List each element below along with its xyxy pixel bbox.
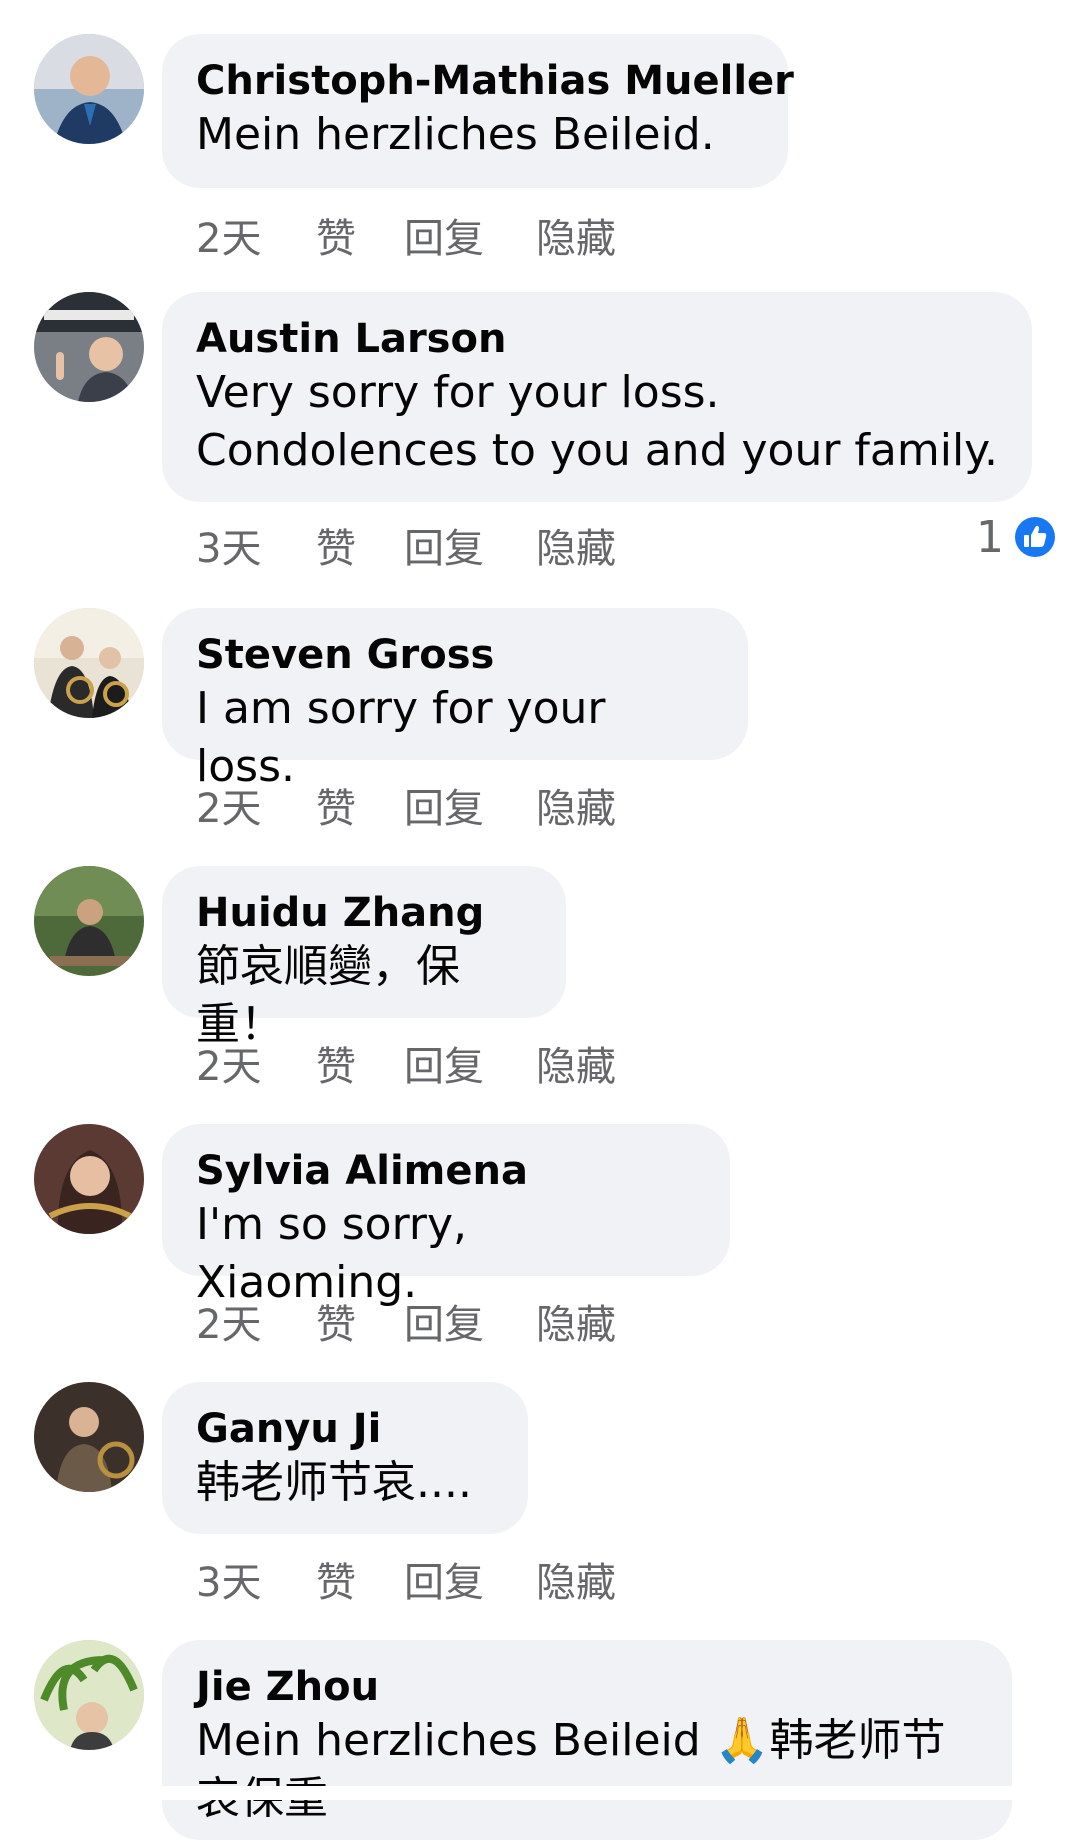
screen-bottom-edge (0, 1786, 1080, 1800)
avatar[interactable] (34, 608, 144, 718)
comment-timestamp[interactable]: 2天 (196, 1292, 261, 1350)
hide-button[interactable]: 隐藏 (536, 1292, 616, 1350)
like-button[interactable]: 赞 (316, 1550, 356, 1608)
avatar[interactable] (34, 1124, 144, 1234)
comment-timestamp[interactable]: 3天 (196, 1550, 261, 1608)
comment-bubble: Steven Gross I am sorry for your loss. (162, 608, 748, 792)
hide-button[interactable]: 隐藏 (536, 1034, 616, 1092)
comment-timestamp[interactable]: 2天 (196, 206, 261, 264)
reply-button[interactable]: 回复 (404, 776, 484, 834)
comment-timestamp[interactable]: 2天 (196, 776, 261, 834)
reaction-summary[interactable]: 1 (976, 511, 1058, 563)
like-button[interactable]: 赞 (316, 516, 356, 574)
comment-text: Very sorry for your loss. Condolences to… (196, 367, 998, 476)
comment-author[interactable]: Sylvia Alimena (196, 1146, 696, 1196)
like-button[interactable]: 赞 (316, 776, 356, 834)
reply-button[interactable]: 回复 (404, 516, 484, 574)
reply-button[interactable]: 回复 (404, 206, 484, 264)
hide-button[interactable]: 隐藏 (536, 516, 616, 574)
reply-button[interactable]: 回复 (404, 1550, 484, 1608)
hide-button[interactable]: 隐藏 (536, 206, 616, 264)
avatar[interactable] (34, 34, 144, 144)
comment-author[interactable]: Jie Zhou (196, 1662, 978, 1712)
comment-author[interactable]: Huidu Zhang (196, 888, 532, 938)
comment-author[interactable]: Ganyu Ji (196, 1404, 494, 1454)
comment-bubble: Huidu Zhang 節哀順變，保重！ (162, 866, 566, 1050)
avatar[interactable] (34, 1382, 144, 1492)
reply-button[interactable]: 回复 (404, 1292, 484, 1350)
comment-bubble: Austin Larson Very sorry for your loss. … (162, 292, 1032, 502)
comment-text: Mein herzliches Beileid 🙏韩老师节 哀保重 (196, 1715, 946, 1824)
like-button[interactable]: 赞 (316, 1292, 356, 1350)
comment-timestamp[interactable]: 3天 (196, 516, 261, 574)
comment-bubble: Ganyu Ji 韩老师节哀.... (162, 1382, 528, 1534)
comment-author[interactable]: Steven Gross (196, 630, 714, 680)
reply-button[interactable]: 回复 (404, 1034, 484, 1092)
comment-bubble: Sylvia Alimena I'm so sorry, Xiaoming. (162, 1124, 730, 1308)
comment-timestamp[interactable]: 2天 (196, 1034, 261, 1092)
hide-button[interactable]: 隐藏 (536, 776, 616, 834)
hide-button[interactable]: 隐藏 (536, 1550, 616, 1608)
like-button[interactable]: 赞 (316, 1034, 356, 1092)
comment-bubble: Christoph-Mathias Mueller Mein herzliche… (162, 34, 794, 188)
reaction-count: 1 (976, 511, 1004, 563)
avatar[interactable] (34, 292, 144, 402)
comment-text: 韩老师节哀.... (196, 1457, 472, 1508)
comment-author[interactable]: Christoph-Mathias Mueller (196, 56, 794, 106)
like-thumb-icon (1013, 515, 1057, 559)
avatar[interactable] (34, 866, 144, 976)
avatar[interactable] (34, 1640, 144, 1750)
comment-bubble: Jie Zhou Mein herzliches Beileid 🙏韩老师节 哀… (162, 1640, 1012, 1840)
comment-text: Mein herzliches Beileid. (196, 109, 715, 160)
comment-author[interactable]: Austin Larson (196, 314, 998, 364)
like-button[interactable]: 赞 (316, 206, 356, 264)
